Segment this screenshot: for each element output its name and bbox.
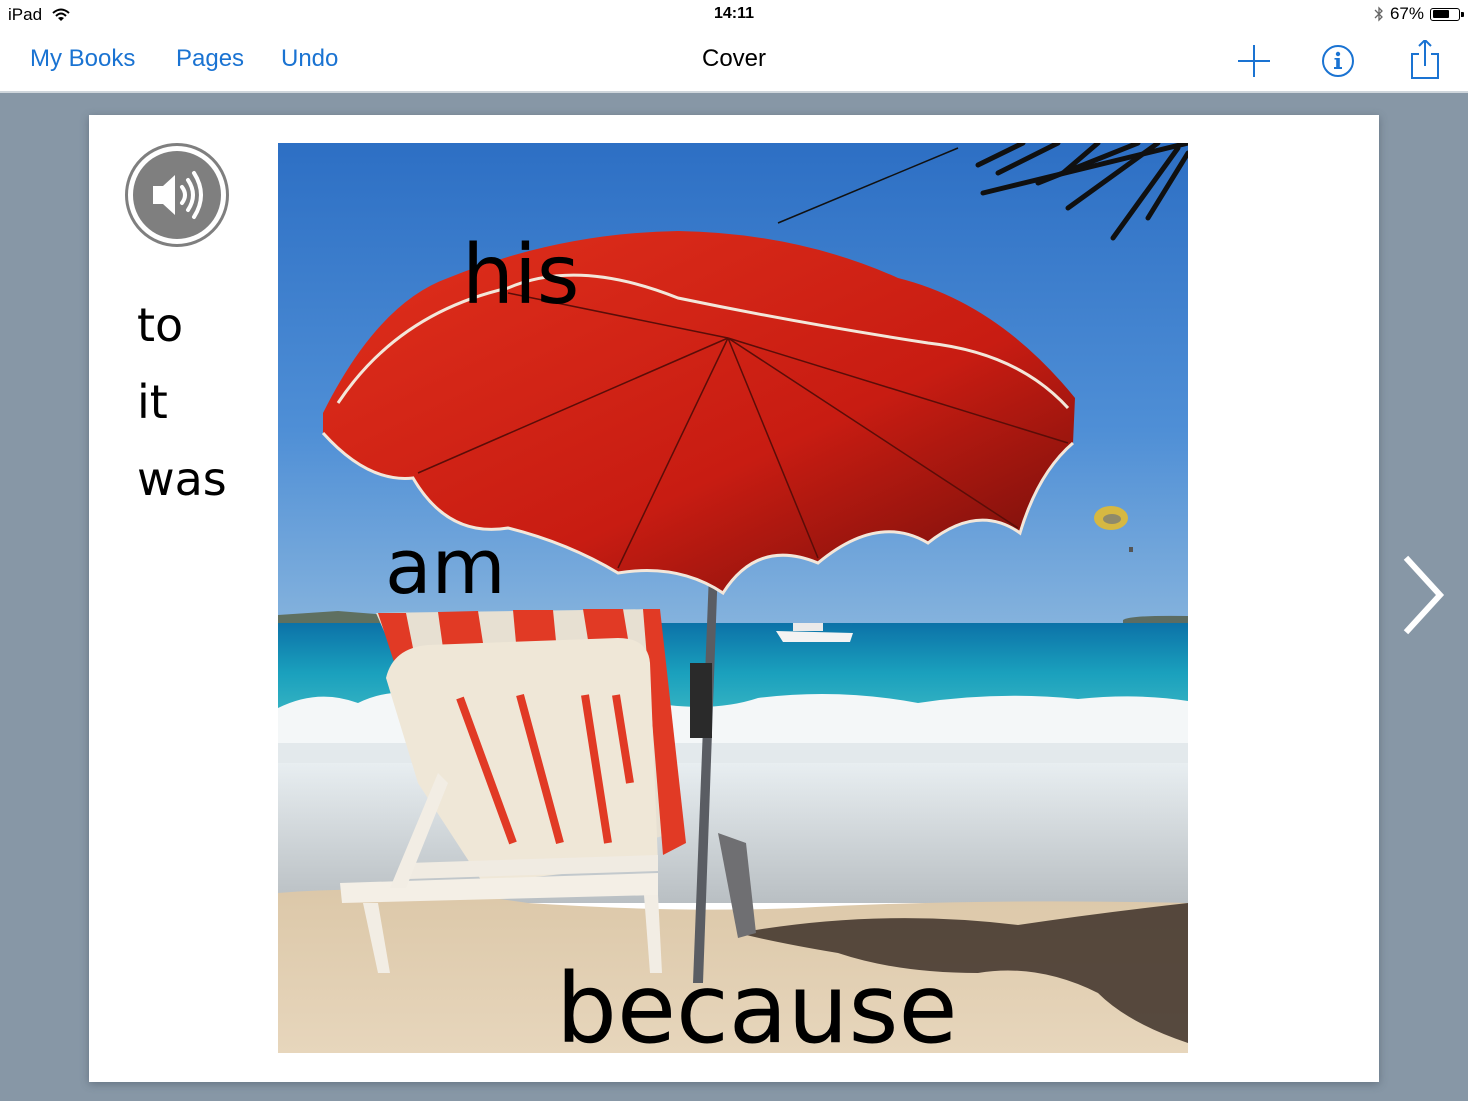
book-page: to it was his am because	[89, 115, 1379, 1082]
clock: 14:11	[713, 5, 755, 22]
chevron-right-icon[interactable]	[1398, 552, 1448, 638]
side-word-list: to it was	[137, 287, 227, 518]
battery-icon	[1430, 7, 1464, 21]
photo-word-am[interactable]: am	[385, 529, 506, 605]
side-word[interactable]: to	[137, 287, 227, 364]
battery-level	[1432, 10, 1450, 18]
battery-percent: 67%	[1389, 4, 1424, 23]
bluetooth-icon	[1374, 6, 1383, 22]
status-bar: iPad 14:11 67%	[0, 0, 1468, 30]
navigation-bar: My Books Pages Undo Cover	[0, 30, 1468, 93]
photo-word-because[interactable]: because	[556, 961, 958, 1053]
side-word[interactable]: was	[137, 441, 227, 518]
undo-button[interactable]: Undo	[281, 45, 338, 73]
pages-button[interactable]: Pages	[176, 45, 244, 73]
beach-photo: his am because	[278, 143, 1188, 1053]
my-books-button[interactable]: My Books	[30, 45, 135, 73]
speaker-icon	[153, 171, 203, 219]
share-icon[interactable]	[1405, 40, 1445, 82]
side-word[interactable]: it	[137, 364, 227, 441]
photo-word-his[interactable]: his	[462, 235, 579, 317]
add-icon[interactable]	[1234, 40, 1274, 82]
play-sound-button[interactable]	[125, 143, 229, 247]
info-icon[interactable]	[1318, 40, 1358, 82]
